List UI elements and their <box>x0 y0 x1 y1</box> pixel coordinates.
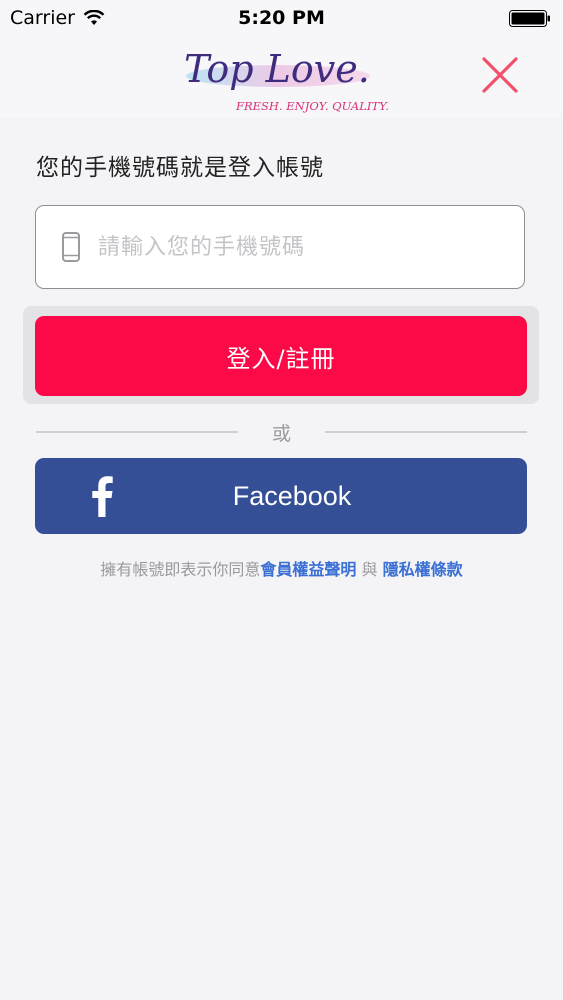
top-love-logo: Top Love. FRESH. ENJOY. QUALITY. <box>184 47 388 113</box>
facebook-login-button[interactable]: Facebook <box>35 458 527 534</box>
login-instruction: 您的手機號碼就是登入帳號 <box>36 155 324 181</box>
terms-conjunction: 與 <box>356 560 383 579</box>
status-time: 5:20 PM <box>238 7 325 29</box>
battery-icon <box>509 10 550 27</box>
divider-right <box>325 431 527 433</box>
logo-tagline: FRESH. ENJOY. QUALITY. <box>235 99 388 113</box>
status-bar: Carrier 5:20 PM <box>0 0 563 38</box>
facebook-label: Facebook <box>232 480 352 511</box>
login-register-button[interactable]: 登入/註冊 <box>35 316 527 396</box>
close-button[interactable] <box>479 54 521 96</box>
phone-number-input[interactable] <box>96 233 524 261</box>
terms-prefix: 擁有帳號即表示你同意 <box>100 560 261 579</box>
logo-text: Top Love. <box>184 47 370 91</box>
member-rights-link[interactable]: 會員權益聲明 <box>260 560 356 579</box>
terms-notice: 擁有帳號即表示你同意會員權益聲明 與 隱私權條款 <box>0 556 563 580</box>
phone-field-container[interactable] <box>35 205 525 289</box>
login-register-label: 登入/註冊 <box>226 344 336 373</box>
login-screen: Carrier 5:20 PM Top Love. FRESH. ENJOY. … <box>0 0 563 1000</box>
phone-icon <box>62 232 80 262</box>
divider-or-text: 或 <box>271 423 291 445</box>
header: Top Love. FRESH. ENJOY. QUALITY. <box>0 38 563 118</box>
privacy-policy-link[interactable]: 隱私權條款 <box>383 560 463 579</box>
